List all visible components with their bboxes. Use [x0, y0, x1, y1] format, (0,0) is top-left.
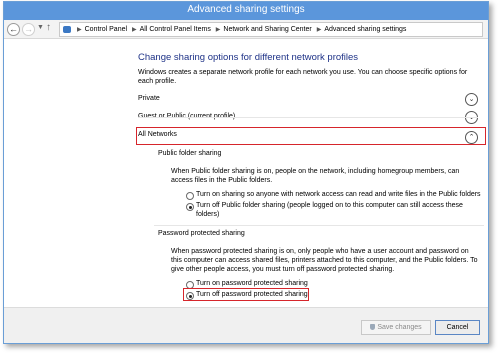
page-title: Change sharing options for different net… [138, 52, 359, 63]
password-sharing-description: When password protected sharing is on, o… [171, 248, 478, 273]
public-folder-off-label[interactable]: Turn off Public folder sharing (people l… [196, 201, 474, 219]
breadcrumb[interactable]: ▶ Control Panel ▶ All Control Panel Items … [59, 22, 483, 37]
recent-locations-icon[interactable]: ▼ [37, 24, 44, 31]
breadcrumb-separator-icon: ▶ [77, 27, 82, 33]
title-bar: Advanced sharing settings [4, 2, 488, 20]
chevron-down-icon[interactable]: ⌄ [465, 93, 478, 106]
highlight-box-password-off [183, 288, 309, 301]
password-on-label[interactable]: Turn on password protected sharing [196, 279, 308, 288]
profile-private-row[interactable]: Private ⌄ [138, 93, 478, 107]
breadcrumb-advanced-sharing[interactable]: Advanced sharing settings [324, 26, 406, 33]
window-title: Advanced sharing settings [187, 4, 305, 15]
divider [138, 117, 478, 118]
divider [154, 225, 484, 226]
profile-private-label: Private [138, 95, 160, 102]
breadcrumb-separator-icon: ▶ [132, 27, 137, 33]
address-bar: ← → ▼ ↑ ▶ Control Panel ▶ All Control Pane… [4, 20, 488, 39]
forward-arrow-icon[interactable]: → [22, 23, 35, 36]
button-bar: Save changes Cancel [4, 307, 488, 343]
control-panel-icon [63, 26, 71, 33]
profile-guest-row[interactable]: Guest or Public (current profile) ⌄ [138, 111, 478, 125]
breadcrumb-separator-icon: ▶ [316, 27, 322, 33]
settings-content: Change sharing options for different net… [4, 39, 488, 307]
advanced-sharing-window: Advanced sharing settings ← → ▼ ↑ ▶ Contr… [3, 1, 489, 344]
public-folder-off-radio[interactable] [186, 203, 194, 211]
password-sharing-heading: Password protected sharing [158, 230, 245, 237]
public-folder-heading: Public folder sharing [158, 150, 222, 157]
breadcrumb-separator-icon: ▶ [215, 27, 221, 33]
cancel-button[interactable]: Cancel [435, 320, 480, 335]
intro-text: Windows creates a separate network profi… [138, 69, 468, 85]
highlight-box-all-networks [136, 127, 486, 145]
save-changes-label: Save changes [377, 324, 422, 331]
breadcrumb-control-panel[interactable]: Control Panel [85, 26, 127, 33]
up-arrow-icon[interactable]: ↑ [46, 22, 51, 33]
public-folder-description: When Public folder sharing is on, people… [171, 168, 460, 184]
uac-shield-icon [370, 324, 376, 330]
public-folder-on-label[interactable]: Turn on sharing so anyone with network a… [196, 190, 481, 199]
public-folder-on-radio[interactable] [186, 192, 194, 200]
breadcrumb-network-center[interactable]: Network and Sharing Center [223, 26, 311, 33]
breadcrumb-all-items[interactable]: All Control Panel Items [140, 26, 211, 33]
back-arrow-icon[interactable]: ← [7, 23, 20, 36]
save-changes-button[interactable]: Save changes [361, 320, 431, 335]
